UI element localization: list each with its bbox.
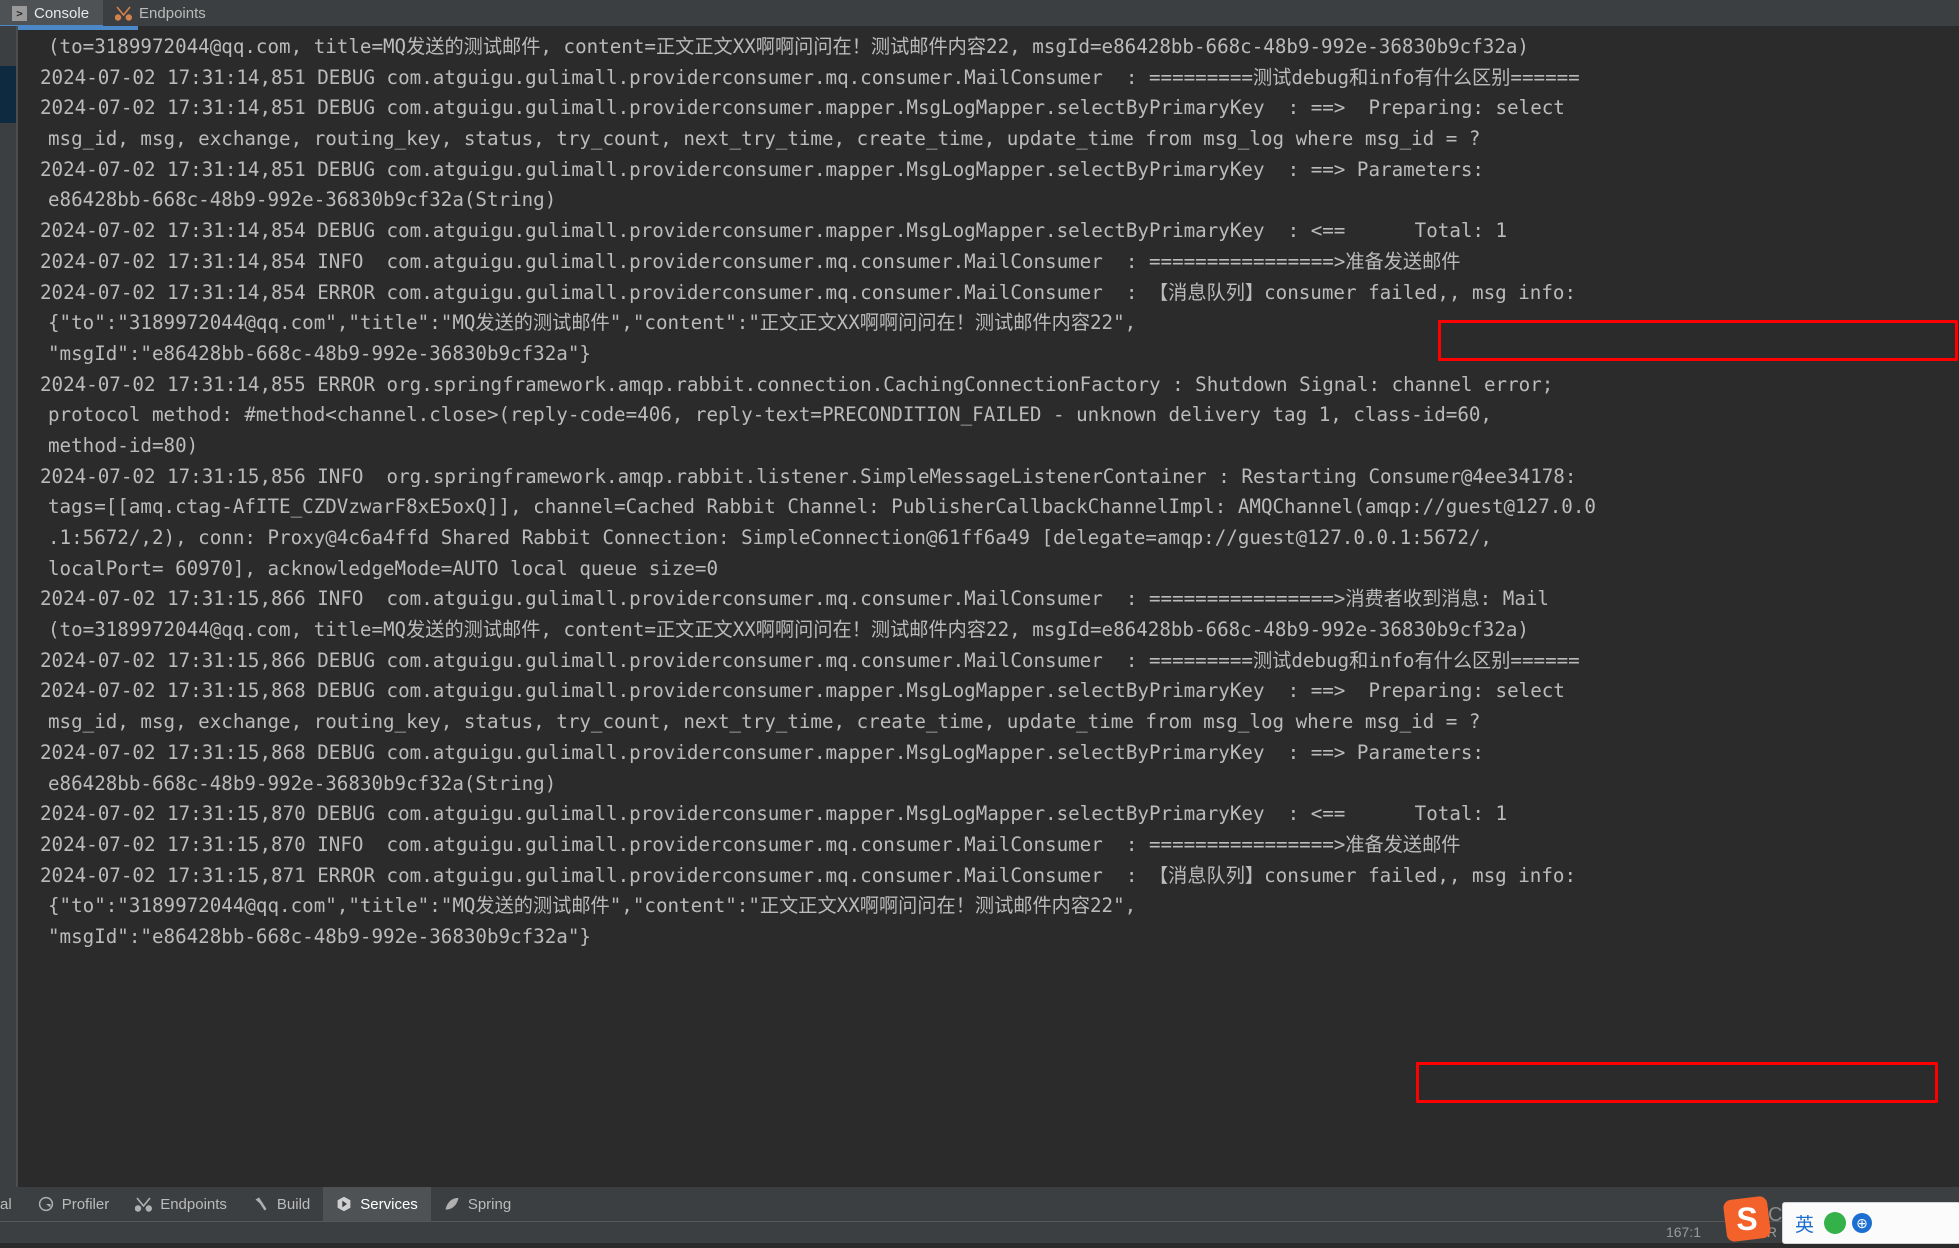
console-log-line: msg_id, msg, exchange, routing_key, stat… [48,710,1481,734]
console-log-line: e86428bb-668c-48b9-992e-36830b9cf32a(Str… [48,188,557,212]
console-output-panel[interactable]: (to=3189972044@qq.com, title=MQ发送的测试邮件, … [18,26,1959,1187]
bottom-tab-profiler[interactable]: Profiler [25,1187,123,1221]
tab-endpoints[interactable]: Endpoints [103,0,220,26]
bottom-tool-window-bar: al Profiler Endpoints Build Services Spr… [0,1187,1959,1221]
status-bar: 167:1 CR [0,1221,1959,1243]
console-log-line: 2024-07-02 17:31:14,851 DEBUG com.atguig… [40,157,1484,181]
console-log-line: localPort= 60970], acknowledgeMode=AUTO … [48,556,719,580]
console-log-text: (to=3189972044@qq.com, title=MQ发送的测试邮件, … [18,32,1959,953]
console-left-gutter [0,26,18,1187]
ime-status-dot-icon[interactable] [1824,1212,1847,1234]
caret-position-indicator[interactable]: 167:1 [1666,1224,1701,1240]
bottom-tab-spring[interactable]: Spring [431,1187,524,1221]
sogou-logo-icon[interactable]: S [1723,1194,1775,1244]
bottom-tab-build[interactable]: Build [240,1187,323,1221]
bottom-tab-build-label: Build [276,1195,311,1213]
horizontal-scrollbar[interactable] [18,26,138,30]
console-log-line: 2024-07-02 17:31:14,851 DEBUG com.atguig… [40,65,1580,89]
sogou-ime-toolbar[interactable]: 英 ⊕ [1782,1202,1959,1244]
console-log-line: method-id=80) [48,433,199,457]
console-log-line: {"to":"3189972044@qq.com","title":"MQ发送的… [48,894,1137,918]
console-log-line: msg_id, msg, exchange, routing_key, stat… [48,127,1481,151]
console-log-line: 2024-07-02 17:31:15,866 DEBUG com.atguig… [40,648,1580,672]
build-hammer-icon [253,1196,269,1212]
console-icon: > [12,5,27,21]
console-log-line: 2024-07-02 17:31:14,855 ERROR org.spring… [40,372,1554,396]
ime-menu-icon[interactable]: ⊕ [1852,1213,1873,1233]
console-log-line: protocol method: #method<channel.close>(… [48,403,1492,427]
highlight-prepare-mail-2 [1416,1062,1938,1103]
console-tool-window-tabstrip: > Console Endpoints [0,0,1959,28]
tab-console-label: Console [34,4,90,22]
profiler-icon [38,1196,54,1212]
console-log-line: 2024-07-02 17:31:15,868 DEBUG com.atguig… [40,740,1484,764]
console-log-line: (to=3189972044@qq.com, title=MQ发送的测试邮件, … [48,35,1529,58]
tab-endpoints-label: Endpoints [139,4,206,22]
console-log-line: "msgId":"e86428bb-668c-48b9-992e-36830b9… [48,924,591,948]
console-log-line: 2024-07-02 17:31:15,871 ERROR com.atguig… [40,863,1577,887]
services-icon [336,1196,352,1212]
bottom-tab-terminal-label: al [0,1195,12,1213]
console-log-line: "msgId":"e86428bb-668c-48b9-992e-36830b9… [48,341,591,365]
bottom-tab-endpoints[interactable]: Endpoints [122,1187,240,1221]
console-log-line: .1:5672/,2), conn: Proxy@4c6a4ffd Shared… [48,526,1492,549]
bottom-tab-endpoints-label: Endpoints [160,1195,227,1213]
bottom-tab-profiler-label: Profiler [61,1195,110,1213]
spring-leaf-icon [444,1196,460,1212]
ime-mode-label[interactable]: 英 [1795,1210,1814,1237]
bottom-tab-terminal[interactable]: al [0,1187,25,1221]
tab-console[interactable]: > Console [0,0,104,28]
console-log-line: 2024-07-02 17:31:15,870 INFO com.atguigu… [40,832,1461,856]
console-log-line: 2024-07-02 17:31:15,868 DEBUG com.atguig… [40,679,1565,703]
console-log-line: 2024-07-02 17:31:15,870 DEBUG com.atguig… [40,802,1508,826]
endpoints-icon [135,1196,153,1212]
bottom-tab-services[interactable]: Services [323,1187,431,1221]
bottom-tab-services-label: Services [360,1195,418,1213]
console-log-line: 2024-07-02 17:31:14,854 INFO com.atguigu… [40,249,1461,273]
console-log-line: (to=3189972044@qq.com, title=MQ发送的测试邮件, … [48,618,1529,642]
console-log-line: 2024-07-02 17:31:14,854 ERROR com.atguig… [40,280,1577,304]
console-log-line: 2024-07-02 17:31:14,851 DEBUG com.atguig… [40,96,1565,120]
endpoints-icon [114,5,133,21]
console-log-line: e86428bb-668c-48b9-992e-36830b9cf32a(Str… [48,771,557,795]
console-log-line: 2024-07-02 17:31:15,866 INFO com.atguigu… [40,587,1549,611]
console-log-line: {"to":"3189972044@qq.com","title":"MQ发送的… [48,311,1137,335]
console-log-line: 2024-07-02 17:31:15,856 INFO org.springf… [40,464,1577,488]
bottom-tab-spring-label: Spring [467,1195,512,1213]
console-log-line: tags=[[amq.ctag-AfITE_CZDVzwarF8xE5oxQ]]… [48,495,1596,519]
svg-text:S: S [1736,1201,1757,1237]
console-log-line: 2024-07-02 17:31:14,854 DEBUG com.atguig… [40,219,1508,243]
